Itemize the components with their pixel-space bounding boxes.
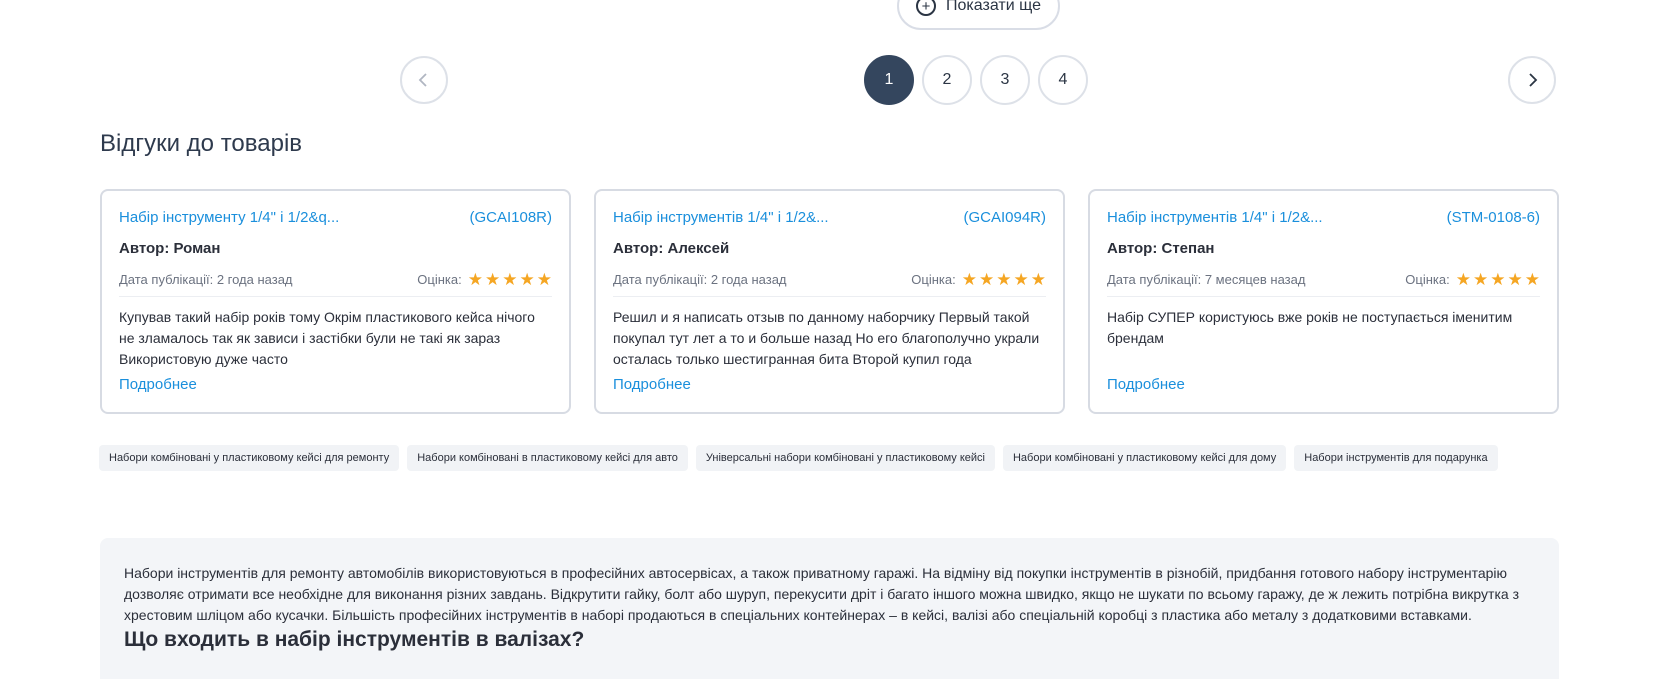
review-text: Купував такий набір років тому Окрім пла… — [119, 309, 535, 367]
star-icon: ★ — [1455, 270, 1471, 289]
star-icon: ★ — [485, 270, 501, 289]
star-icon: ★ — [1473, 270, 1489, 289]
review-rating: Оцінка: ★ ★ ★ ★ ★ — [1405, 271, 1540, 288]
tag-link[interactable]: Набори інструментів для подарунка — [1294, 445, 1498, 471]
info-text: Набори інструментів для ремонту автомобі… — [124, 565, 1519, 623]
show-more-button[interactable]: + Показати ще — [897, 0, 1060, 30]
prev-page-button[interactable] — [400, 56, 448, 104]
review-text: Решил и я написать отзыв по данному набо… — [613, 309, 1040, 367]
star-icon: ★ — [961, 270, 977, 289]
pagination: 1 2 3 4 — [864, 55, 1088, 105]
review-rating: Оцінка: ★ ★ ★ ★ ★ — [911, 271, 1046, 288]
star-icon: ★ — [536, 270, 552, 289]
star-icon: ★ — [467, 270, 483, 289]
page-button-2[interactable]: 2 — [922, 55, 972, 105]
review-rating: Оцінка: ★ ★ ★ ★ ★ — [417, 271, 552, 288]
review-card: Набір інструменту 1/4" і 1/2&q... (GCAI1… — [100, 189, 571, 414]
star-icon: ★ — [502, 270, 518, 289]
review-product-link[interactable]: Набір інструментів 1/4" і 1/2&... — [613, 209, 829, 226]
rating-stars: ★ ★ ★ ★ ★ — [1456, 271, 1540, 288]
page-button-4[interactable]: 4 — [1038, 55, 1088, 105]
star-icon: ★ — [1524, 270, 1540, 289]
review-product-sku[interactable]: (GCAI094R) — [963, 209, 1046, 226]
next-page-button[interactable] — [1508, 56, 1556, 104]
star-icon: ★ — [519, 270, 535, 289]
tag-link[interactable]: Набори комбіновані у пластиковому кейсі … — [1002, 445, 1287, 471]
rating-label: Оцінка: — [911, 272, 956, 287]
reviews-list: Набір інструменту 1/4" і 1/2&q... (GCAI1… — [100, 189, 1559, 414]
review-product-sku[interactable]: (GCAI108R) — [469, 209, 552, 226]
review-product-link[interactable]: Набір інструментів 1/4" і 1/2&... — [1107, 209, 1323, 226]
rating-label: Оцінка: — [417, 272, 462, 287]
page-button-3[interactable]: 3 — [980, 55, 1030, 105]
review-author: Автор: Алексей — [613, 240, 730, 257]
star-icon: ★ — [1490, 270, 1506, 289]
info-heading: Що входить в набір інструментів в валіза… — [124, 628, 585, 651]
review-text: Набір СУПЕР користуюсь вже років не пост… — [1107, 309, 1513, 346]
chevron-right-icon — [1529, 73, 1538, 87]
reviews-section-title: Відгуки до товарів — [100, 130, 303, 157]
review-date: Дата публікації: 2 года назад — [119, 272, 293, 287]
review-author: Автор: Роман — [119, 240, 221, 257]
review-product-sku[interactable]: (STM-0108-6) — [1447, 209, 1540, 226]
star-icon: ★ — [1507, 270, 1523, 289]
review-card: Набір інструментів 1/4" і 1/2&... (GCAI0… — [594, 189, 1065, 414]
review-product-link[interactable]: Набір інструменту 1/4" і 1/2&q... — [119, 209, 339, 226]
tag-link[interactable]: Набори комбіновані в пластиковому кейсі … — [407, 445, 688, 471]
review-date: Дата публікації: 2 года назад — [613, 272, 787, 287]
star-icon: ★ — [979, 270, 995, 289]
review-more-link[interactable]: Подробнее — [119, 376, 197, 393]
chevron-left-icon — [418, 73, 427, 87]
star-icon: ★ — [996, 270, 1012, 289]
review-date: Дата публікації: 7 месяцев назад — [1107, 272, 1306, 287]
review-card: Набір інструментів 1/4" і 1/2&... (STM-0… — [1088, 189, 1559, 414]
tag-link[interactable]: Універсальні набори комбіновані у пласти… — [695, 445, 995, 471]
seo-info-box: Набори інструментів для ремонту автомобі… — [100, 538, 1559, 679]
page-button-1[interactable]: 1 — [864, 55, 914, 105]
tag-link[interactable]: Набори комбіновані у пластиковому кейсі … — [99, 445, 400, 471]
review-more-link[interactable]: Подробнее — [1107, 376, 1185, 393]
star-icon: ★ — [1013, 270, 1029, 289]
review-more-link[interactable]: Подробнее — [613, 376, 691, 393]
star-icon: ★ — [1030, 270, 1046, 289]
show-more-label: Показати ще — [946, 0, 1041, 14]
rating-stars: ★ ★ ★ ★ ★ — [468, 271, 552, 288]
plus-circle-icon: + — [916, 0, 937, 16]
review-author: Автор: Степан — [1107, 240, 1215, 257]
category-tags: Набори комбіновані у пластиковому кейсі … — [99, 445, 1559, 471]
rating-stars: ★ ★ ★ ★ ★ — [962, 271, 1046, 288]
rating-label: Оцінка: — [1405, 272, 1450, 287]
